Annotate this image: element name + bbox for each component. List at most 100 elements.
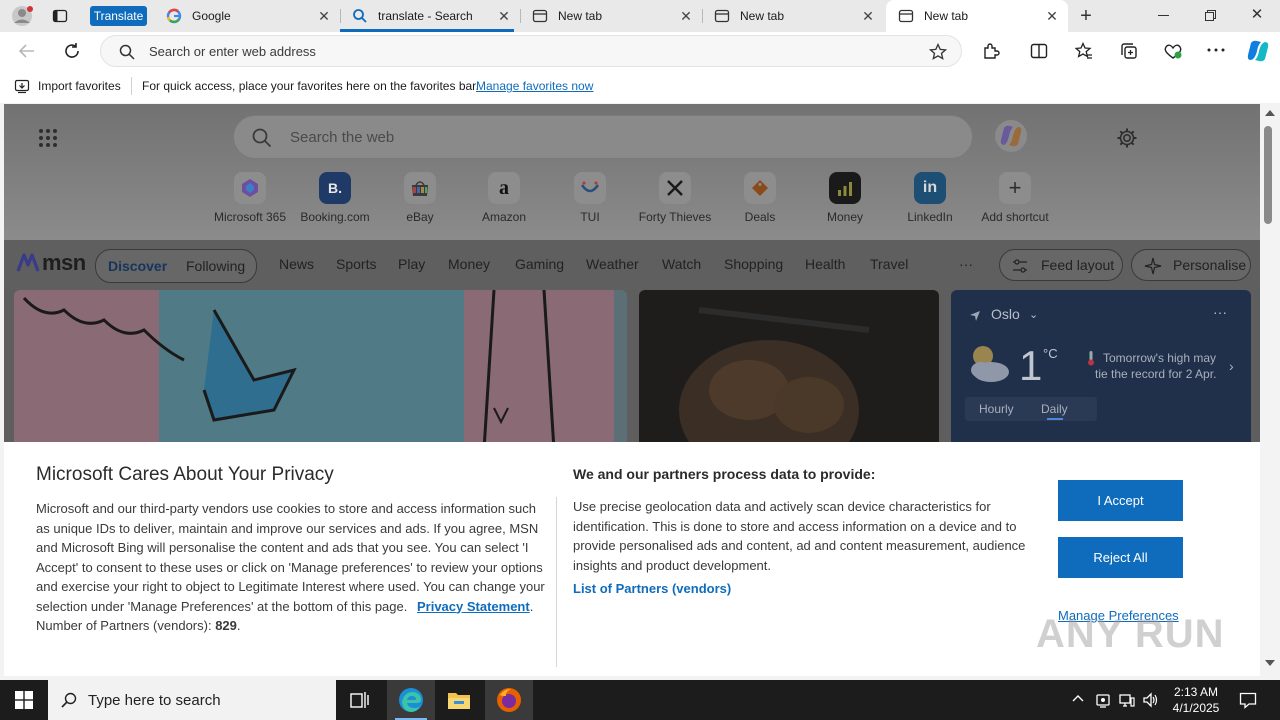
chevron-right-icon[interactable]: ›: [1229, 358, 1234, 374]
page-scrollbar[interactable]: [1260, 104, 1280, 676]
favorite-star-icon[interactable]: [929, 43, 947, 61]
nav-money[interactable]: Money: [448, 256, 490, 272]
shortcut-booking[interactable]: B. Booking.com: [293, 172, 377, 224]
privacy-statement-link[interactable]: Privacy Statement: [417, 599, 530, 614]
split-screen-icon[interactable]: [1030, 42, 1048, 60]
tab-daily[interactable]: Daily: [1041, 402, 1068, 416]
nav-watch[interactable]: Watch: [662, 256, 701, 272]
volume-icon[interactable]: [1143, 692, 1159, 708]
address-bar[interactable]: Search or enter web address: [100, 35, 962, 67]
search-icon: [61, 692, 77, 708]
browser-essentials-icon[interactable]: [1163, 42, 1183, 60]
thermometer-icon: [1087, 350, 1095, 366]
personalise-button[interactable]: Personalise: [1131, 249, 1251, 281]
close-icon[interactable]: ✕: [316, 8, 332, 24]
list-of-partners-link[interactable]: List of Partners (vendors): [573, 581, 731, 596]
nav-shopping[interactable]: Shopping: [724, 256, 783, 272]
network-icon[interactable]: [1119, 692, 1135, 708]
close-icon[interactable]: ✕: [678, 8, 694, 24]
tab-hourly[interactable]: Hourly: [979, 402, 1014, 416]
shortcut-microsoft-365[interactable]: Microsoft 365: [208, 172, 292, 224]
booking-icon: B.: [319, 172, 351, 204]
nav-more[interactable]: ···: [959, 256, 973, 272]
shortcut-amazon[interactable]: a Amazon: [462, 172, 546, 224]
nav-travel[interactable]: Travel: [870, 256, 908, 272]
nav-weather[interactable]: Weather: [586, 256, 639, 272]
shortcut-add[interactable]: + Add shortcut: [973, 172, 1057, 224]
shortcut-linkedin[interactable]: in LinkedIn: [888, 172, 972, 224]
nav-news[interactable]: News: [279, 256, 314, 272]
back-arrow-icon[interactable]: [18, 42, 36, 60]
weather-temperature: 1: [1019, 342, 1043, 389]
nav-health[interactable]: Health: [805, 256, 845, 272]
chevron-down-icon[interactable]: ⌄: [1029, 308, 1038, 321]
weather-card[interactable]: Oslo ⌄ ··· 1 °C Tomorrow's high may tie …: [951, 290, 1251, 450]
manage-favorites-link[interactable]: Manage favorites now: [476, 79, 593, 93]
taskbar-edge[interactable]: [387, 680, 435, 720]
scroll-down-arrow-icon[interactable]: [1265, 660, 1275, 666]
nav-sports[interactable]: Sports: [336, 256, 376, 272]
shortcut-forty-thieves[interactable]: Forty Thieves: [633, 172, 717, 224]
taskbar-search-box[interactable]: Type here to search: [48, 680, 336, 720]
favorites-hint: For quick access, place your favorites h…: [142, 79, 479, 93]
article-card[interactable]: [639, 290, 939, 450]
web-search-box[interactable]: Search the web: [233, 115, 973, 159]
scroll-up-arrow-icon[interactable]: [1265, 110, 1275, 116]
refresh-icon[interactable]: [63, 42, 81, 60]
collections-icon[interactable]: [1120, 42, 1138, 60]
weather-city[interactable]: Oslo: [991, 306, 1020, 322]
accept-button[interactable]: I Accept: [1058, 480, 1183, 521]
profile-avatar[interactable]: [10, 5, 34, 27]
tui-icon: [574, 172, 606, 204]
minimize-button[interactable]: [1158, 15, 1169, 16]
tab-google[interactable]: Google ✕: [154, 0, 340, 32]
tab-following[interactable]: Following: [186, 258, 245, 274]
clock-time: 2:13 AM: [1173, 685, 1219, 699]
extensions-icon[interactable]: [982, 42, 1000, 60]
nav-gaming[interactable]: Gaming: [515, 256, 564, 272]
close-icon[interactable]: ✕: [1044, 8, 1060, 24]
task-view-button[interactable]: [336, 680, 384, 720]
close-window-button[interactable]: ✕: [1250, 7, 1264, 22]
page-settings-gear-icon[interactable]: [1116, 127, 1138, 149]
restore-button[interactable]: [1205, 10, 1216, 21]
tab-new-tab[interactable]: New tab ✕: [702, 0, 884, 32]
translate-badge[interactable]: Translate: [90, 6, 147, 26]
start-button[interactable]: [0, 680, 48, 720]
copilot-icon[interactable]: [994, 120, 1028, 152]
weather-more-icon[interactable]: ···: [1213, 304, 1227, 320]
tab-translate-search[interactable]: translate - Search ✕: [340, 0, 520, 32]
app-launcher-icon[interactable]: [38, 128, 58, 148]
shortcut-deals[interactable]: Deals: [718, 172, 802, 224]
close-icon[interactable]: ✕: [496, 8, 512, 24]
partners-count-label: Number of Partners (vendors):: [36, 618, 212, 633]
shortcut-money[interactable]: Money: [803, 172, 887, 224]
shortcut-label: LinkedIn: [907, 210, 953, 224]
scroll-thumb[interactable]: [1264, 126, 1272, 224]
tab-new-tab-active[interactable]: New tab ✕: [886, 0, 1068, 32]
feed-layout-button[interactable]: Feed layout: [999, 249, 1123, 281]
hero-article-card[interactable]: [14, 290, 627, 450]
favorites-icon[interactable]: [1075, 42, 1093, 60]
weather-unit[interactable]: °C: [1043, 346, 1058, 361]
tab-new-tab[interactable]: New tab ✕: [520, 0, 702, 32]
taskbar-clock[interactable]: 2:13 AM 4/1/2025: [1168, 684, 1224, 716]
more-options-icon[interactable]: [1207, 48, 1225, 52]
tab-discover[interactable]: Discover: [108, 258, 167, 274]
nav-play[interactable]: Play: [398, 256, 425, 272]
msn-logo[interactable]: msn: [16, 250, 86, 276]
reject-all-button[interactable]: Reject All: [1058, 537, 1183, 578]
taskbar-firefox[interactable]: [485, 680, 533, 720]
new-tab-button[interactable]: +: [1076, 6, 1096, 26]
shortcut-tui[interactable]: TUI: [548, 172, 632, 224]
import-favorites-label[interactable]: Import favorites: [38, 79, 121, 93]
import-favorites-icon[interactable]: [14, 78, 30, 94]
security-icon[interactable]: [1096, 692, 1110, 708]
copilot-icon[interactable]: [1245, 39, 1271, 63]
tab-actions-icon[interactable]: [52, 8, 68, 24]
notifications-icon[interactable]: [1239, 691, 1257, 709]
shortcut-ebay[interactable]: eBay: [378, 172, 462, 224]
show-hidden-icons-chevron-icon[interactable]: [1072, 693, 1084, 705]
close-icon[interactable]: ✕: [860, 8, 876, 24]
taskbar-file-explorer[interactable]: [435, 680, 483, 720]
